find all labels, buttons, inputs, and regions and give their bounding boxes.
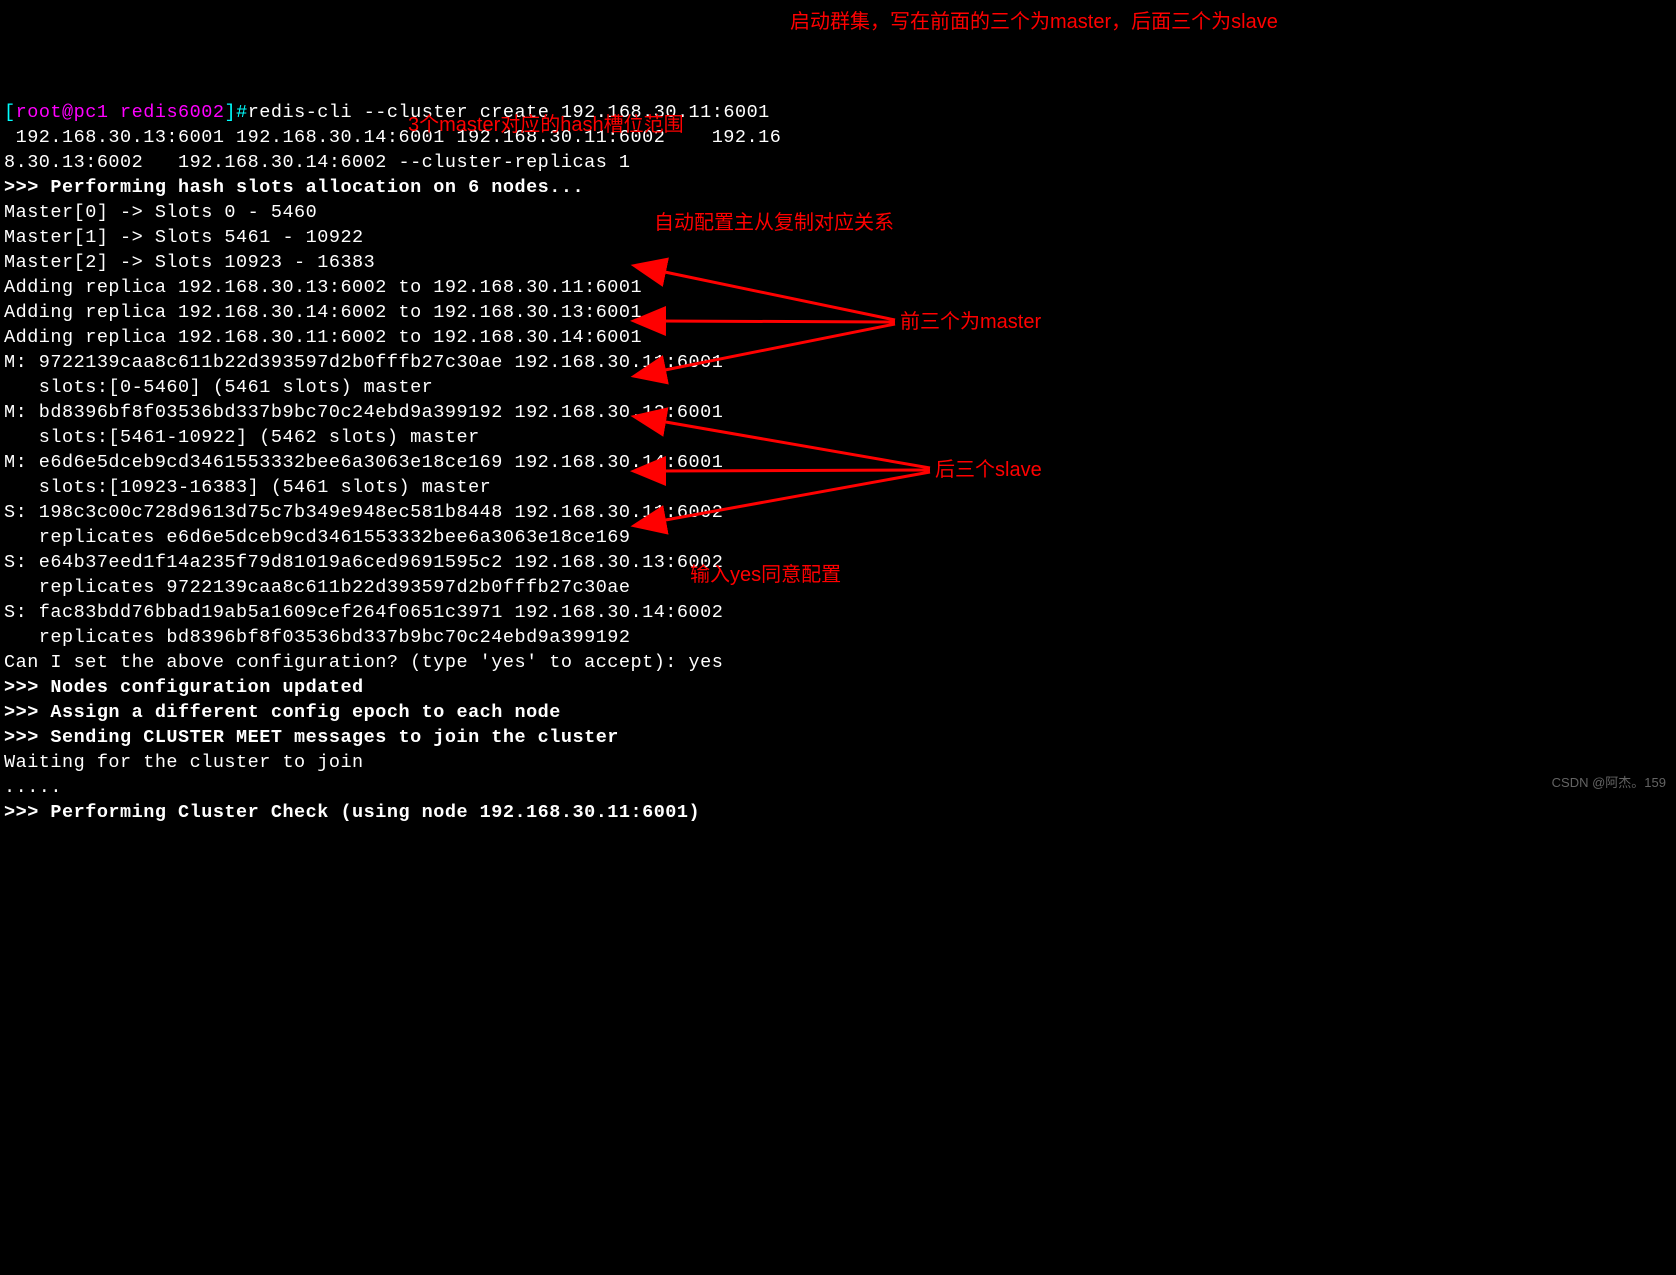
line-18: S: fac83bdd76bbad19ab5a1609cef264f0651c3… (4, 602, 723, 623)
annotation-master-three: 前三个为master (900, 310, 1041, 335)
line-6: Adding replica 192.168.30.14:6002 to 192… (4, 302, 642, 323)
line-7: Adding replica 192.168.30.11:6002 to 192… (4, 327, 642, 348)
annotation-replica-config: 自动配置主从复制对应关系 (654, 211, 894, 236)
line-15: replicates e6d6e5dceb9cd3461553332bee6a3… (4, 527, 631, 548)
line-22: >>> Assign a different config epoch to e… (4, 702, 561, 723)
line-8: M: 9722139caa8c611b22d393597d2b0fffb27c3… (4, 352, 723, 373)
line-24: Waiting for the cluster to join (4, 752, 364, 773)
annotation-cluster-create: 启动群集，写在前面的三个为master，后面三个为slave (790, 10, 1278, 35)
prompt-space (108, 102, 120, 123)
line-1: >>> Performing hash slots allocation on … (4, 177, 584, 198)
line-16: S: e64b37eed1f14a235f79d81019a6ced969159… (4, 552, 723, 573)
annotation-yes-input: 输入yes同意配置 (690, 563, 841, 588)
line-3: Master[1] -> Slots 5461 - 10922 (4, 227, 364, 248)
prompt-user: root@pc1 (16, 102, 109, 123)
annotation-slave-three: 后三个slave (935, 458, 1042, 483)
terminal-output: [root@pc1 redis6002]#redis-cli --cluster… (0, 100, 1676, 825)
prompt-path: redis6002 (120, 102, 224, 123)
line-13: slots:[10923-16383] (5461 slots) master (4, 477, 491, 498)
watermark-text: CSDN @阿杰。159 (1552, 770, 1666, 795)
line-25: ..... (4, 777, 62, 798)
line-20: Can I set the above configuration? (type… (4, 652, 723, 673)
line-2: Master[0] -> Slots 0 - 5460 (4, 202, 317, 223)
line-23: >>> Sending CLUSTER MEET messages to joi… (4, 727, 619, 748)
line-26: >>> Performing Cluster Check (using node… (4, 802, 700, 823)
line-9: slots:[0-5460] (5461 slots) master (4, 377, 433, 398)
line-4: Master[2] -> Slots 10923 - 16383 (4, 252, 375, 273)
line-12: M: e6d6e5dceb9cd3461553332bee6a3063e18ce… (4, 452, 723, 473)
line-5: Adding replica 192.168.30.13:6002 to 192… (4, 277, 642, 298)
line-21: >>> Nodes configuration updated (4, 677, 364, 698)
prompt-bracket-close: ]# (224, 102, 247, 123)
annotation-hash-slots: 3个master对应的hash槽位范围 (408, 113, 684, 138)
line-19: replicates bd8396bf8f03536bd337b9bc70c24… (4, 627, 631, 648)
line-14: S: 198c3c00c728d9613d75c7b349e948ec581b8… (4, 502, 723, 523)
line-11: slots:[5461-10922] (5462 slots) master (4, 427, 480, 448)
line-10: M: bd8396bf8f03536bd337b9bc70c24ebd9a399… (4, 402, 723, 423)
prompt-bracket-open: [ (4, 102, 16, 123)
line-17: replicates 9722139caa8c611b22d393597d2b0… (4, 577, 631, 598)
